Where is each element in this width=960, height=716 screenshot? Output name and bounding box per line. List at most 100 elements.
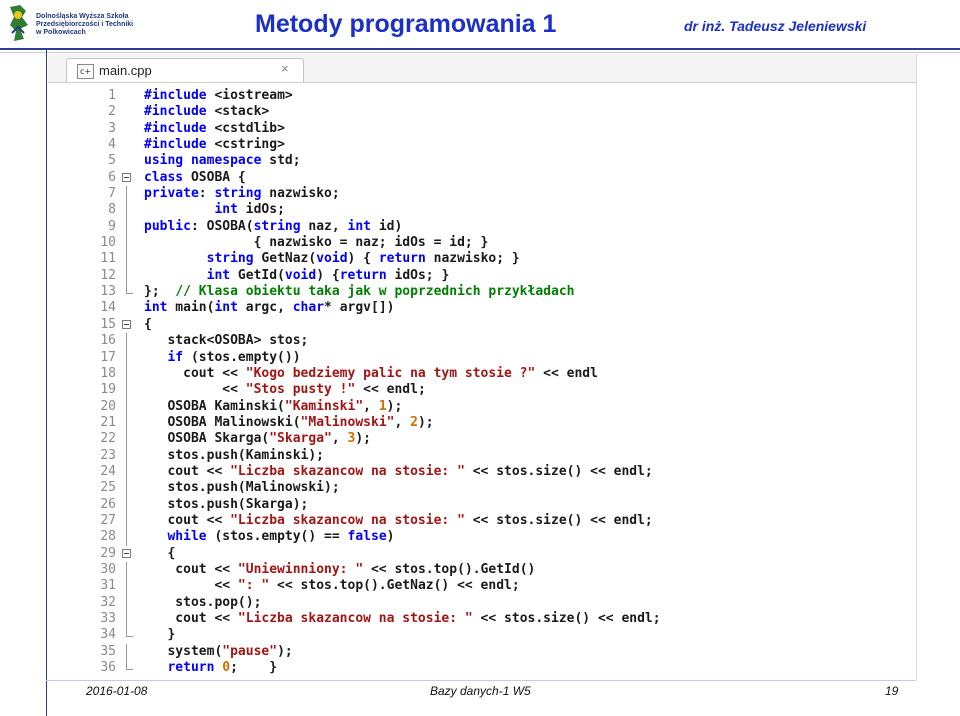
slide-header: Dolnośląska Wyższa Szkoła Przedsiębiorcz… — [0, 0, 960, 50]
code-line: 11 string GetNaz(void) { return nazwisko… — [100, 251, 661, 268]
code-text: class OSOBA { — [144, 169, 246, 185]
code-lines: 1 #include <iostream> 2 #include <stack> 3 #i… — [100, 88, 661, 676]
code-text: #include <cstring> — [144, 137, 285, 153]
code-line: 18 cout << "Kogo bedziemy palic na tym s… — [100, 365, 661, 383]
fold-collapse-icon[interactable] — [122, 548, 131, 558]
line-number: 23 — [100, 447, 116, 463]
line-number: 31 — [100, 578, 116, 594]
cpp-file-icon: c+ — [77, 64, 94, 79]
code-text: if (stos.empty()) — [167, 349, 301, 365]
code-text: int main(int argc, char* argv[]) — [144, 300, 395, 316]
fold-guide-line — [126, 512, 127, 530]
code-line: 13}; // Klasa obiektu taka jak w poprzed… — [100, 284, 661, 300]
fold-guide-line — [126, 235, 127, 252]
code-line: 32 stos.pop(); — [100, 594, 661, 611]
code-line: 31 << ": " << stos.top().GetNaz() << end… — [100, 578, 661, 595]
close-icon[interactable]: × — [281, 61, 289, 76]
tab-label: main.cpp — [99, 63, 152, 78]
fold-guide-line — [126, 267, 127, 285]
line-number: 8 — [108, 202, 116, 218]
fold-collapse-icon[interactable] — [122, 319, 131, 329]
code-line: 21 OSOBA Malinowski("Malinowski", 2); — [100, 414, 661, 432]
fold-guide-line — [126, 578, 127, 595]
line-number: 24 — [100, 463, 116, 479]
line-number: 4 — [108, 137, 116, 153]
code-line: 35 system("pause"); — [100, 643, 661, 661]
code-text: OSOBA Malinowski("Malinowski", 2); — [144, 414, 434, 430]
fold-guide-line — [126, 431, 127, 448]
fold-guide-line — [126, 480, 127, 497]
line-number: 3 — [108, 120, 116, 136]
code-text: stos.pop(); — [144, 594, 262, 610]
code-line: 20 OSOBA Kaminski("Kaminski", 1); — [100, 398, 661, 415]
code-line: 33 cout << "Liczba skazancow na stosie: … — [100, 611, 661, 628]
line-number: 5 — [108, 153, 116, 169]
code-line: 28 while (stos.empty() == false) — [100, 529, 661, 546]
code-text: stos.push(Skarga); — [144, 496, 309, 512]
code-text: cout << "Liczba skazancow na stosie: " <… — [144, 512, 653, 528]
code-line: 5 using namespace std; — [108, 153, 661, 169]
line-number: 19 — [100, 382, 116, 398]
code-text: string GetNaz(void) { return nazwisko; } — [206, 251, 520, 267]
fold-guide-line — [126, 463, 127, 481]
code-line: 7 private: string nazwisko; — [108, 186, 661, 203]
header-subdivider — [0, 52, 960, 53]
author-name: dr inż. Tadeusz Jeleniewski — [684, 18, 867, 34]
code-area[interactable]: 1 #include <iostream> 2 #include <stack> 3 #i… — [100, 84, 916, 680]
fold-guide-line — [126, 529, 127, 546]
tab-main-cpp[interactable]: c+ main.cpp × — [66, 58, 304, 82]
line-number: 7 — [108, 186, 116, 202]
code-text: stos.push(Malinowski); — [144, 480, 340, 496]
page-number: 19 — [885, 684, 899, 698]
code-line: 6 class OSOBA { — [108, 169, 661, 186]
code-line: 25 stos.push(Malinowski); — [100, 480, 661, 497]
fold-end-marker — [126, 627, 133, 638]
code-line: 29 { — [100, 545, 661, 562]
header-divider — [0, 48, 960, 50]
code-line: 14 int main(int argc, char* argv[]) — [100, 300, 661, 316]
line-number: 36 — [100, 660, 116, 676]
fold-guide-line — [126, 398, 127, 415]
code-line: 12 int GetId(void) {return idOs; } — [100, 267, 661, 285]
line-number: 9 — [108, 218, 116, 234]
line-number: 35 — [100, 643, 116, 659]
footer-date: 2016-01-08 — [86, 684, 148, 698]
line-number: 21 — [100, 414, 116, 430]
code-line: 3 #include <cstdlib> — [108, 121, 661, 137]
line-number: 10 — [100, 235, 116, 251]
logo-line-3: w Polkowicach — [36, 29, 86, 36]
line-number: 28 — [100, 529, 116, 545]
code-text: stack<OSOBA> stos; — [144, 333, 309, 349]
fold-end-marker — [126, 660, 133, 671]
code-line: 8 int idOs; — [108, 202, 661, 219]
line-number: 26 — [100, 496, 116, 512]
line-number: 2 — [108, 104, 116, 120]
code-text: }; // Klasa obiektu taka jak w poprzedni… — [144, 284, 575, 300]
editor-tab-bar: c+ main.cpp × — [48, 54, 916, 83]
line-number: 25 — [100, 480, 116, 496]
line-number: 1 — [108, 88, 116, 103]
line-number: 18 — [100, 365, 116, 381]
fold-guide-line — [126, 414, 127, 432]
line-number: 32 — [100, 594, 116, 610]
code-line: 23 stos.push(Kaminski); — [100, 447, 661, 464]
fold-end-marker — [126, 284, 133, 295]
code-text: OSOBA Skarga("Skarga", 3); — [144, 431, 371, 447]
university-logo: Dolnośląska Wyższa Szkoła Przedsiębiorcz… — [6, 3, 146, 47]
code-line: 27 cout << "Liczba skazancow na stosie: … — [100, 512, 661, 530]
fold-collapse-icon[interactable] — [122, 172, 131, 182]
code-text: cout << "Liczba skazancow na stosie: " <… — [144, 463, 653, 479]
fold-guide-line — [126, 186, 127, 203]
logo-line-1: Dolnośląska Wyższa Szkoła — [36, 13, 129, 20]
code-line: 26 stos.push(Skarga); — [100, 496, 661, 513]
line-number: 11 — [100, 251, 116, 267]
code-text: { — [144, 545, 176, 561]
fold-guide-line — [126, 594, 127, 611]
fold-guide-line — [126, 447, 127, 464]
code-text: cout << "Kogo bedziemy palic na tym stos… — [144, 365, 598, 381]
fold-guide-line — [126, 218, 127, 236]
footer-course: Bazy danych-1 W5 — [430, 684, 531, 698]
code-line: 2 #include <stack> — [108, 104, 661, 120]
code-text: system("pause"); — [144, 643, 293, 659]
fold-guide-line — [126, 202, 127, 219]
